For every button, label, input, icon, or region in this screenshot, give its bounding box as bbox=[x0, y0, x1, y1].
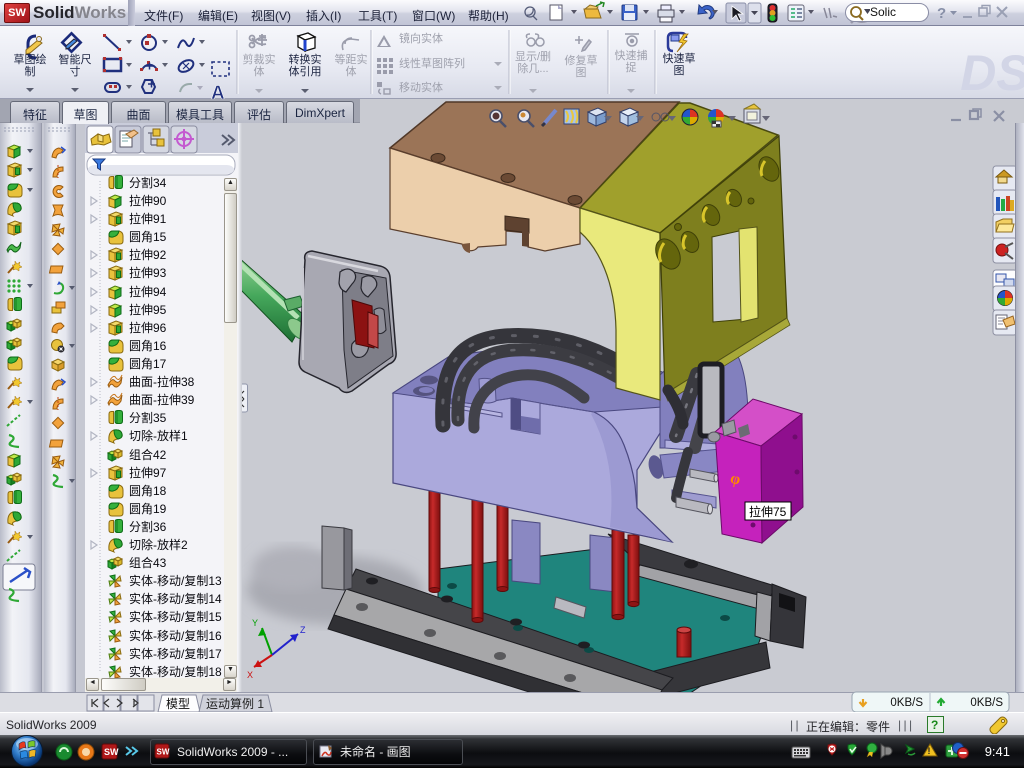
svg-text:拉伸94: 拉伸94 bbox=[129, 284, 167, 299]
svg-text:组合43: 组合43 bbox=[129, 555, 167, 570]
svg-text:0KB/S: 0KB/S bbox=[890, 697, 923, 709]
svg-text:拉伸97: 拉伸97 bbox=[129, 465, 167, 480]
svg-text:转换实: 转换实 bbox=[289, 52, 322, 66]
svg-text:拉伸92: 拉伸92 bbox=[129, 247, 167, 262]
svg-text:镜向实体: 镜向实体 bbox=[399, 31, 443, 45]
svg-text:切除-放样2: 切除-放样2 bbox=[129, 537, 188, 552]
svg-text:拉伸90: 拉伸90 bbox=[129, 193, 167, 208]
svg-text:制: 制 bbox=[25, 65, 36, 78]
svg-text:拉伸95: 拉伸95 bbox=[129, 302, 167, 317]
svg-text:寸: 寸 bbox=[70, 64, 81, 78]
svg-text:实体-移动/复制15: 实体-移动/复制15 bbox=[129, 609, 222, 624]
svg-text:圆角19: 圆角19 bbox=[129, 502, 167, 516]
svg-text:圆角16: 圆角16 bbox=[129, 339, 167, 353]
svg-text:0KB/S: 0KB/S bbox=[970, 697, 1003, 709]
svg-text:体: 体 bbox=[254, 64, 265, 78]
svg-text:圆角17: 圆角17 bbox=[129, 357, 167, 371]
svg-text:实体-移动/复制18: 实体-移动/复制18 bbox=[129, 664, 222, 679]
svg-text:图: 图 bbox=[576, 66, 587, 79]
svg-text:A: A bbox=[211, 83, 225, 99]
svg-text:除几...: 除几... bbox=[517, 61, 548, 75]
svg-text:捉: 捉 bbox=[626, 60, 637, 74]
svg-text:圆角18: 圆角18 bbox=[129, 484, 167, 498]
svg-text:模型: 模型 bbox=[166, 697, 190, 711]
svg-text:实体-移动/复制16: 实体-移动/复制16 bbox=[129, 628, 222, 643]
svg-text:剪裁实: 剪裁实 bbox=[243, 52, 276, 66]
svg-text:组合42: 组合42 bbox=[129, 447, 167, 462]
svg-text:SW: SW bbox=[157, 748, 170, 757]
svg-text:SW: SW bbox=[104, 747, 119, 757]
svg-text:实体-移动/复制13: 实体-移动/复制13 bbox=[129, 573, 222, 588]
svg-text:体引用: 体引用 bbox=[289, 64, 322, 78]
svg-text:快速捕: 快速捕 bbox=[615, 48, 648, 62]
svg-text:!: ! bbox=[928, 746, 931, 756]
svg-text:?: ? bbox=[931, 718, 938, 732]
svg-text:分割34: 分割34 bbox=[129, 175, 167, 190]
svg-text:草图绘: 草图绘 bbox=[14, 52, 47, 66]
svg-text:修复草: 修复草 bbox=[565, 53, 598, 67]
svg-text:智能尺: 智能尺 bbox=[59, 52, 92, 66]
svg-text:实体-移动/复制14: 实体-移动/复制14 bbox=[129, 591, 222, 606]
svg-text:曲面-拉伸39: 曲面-拉伸39 bbox=[129, 392, 195, 407]
svg-text:体: 体 bbox=[346, 64, 357, 78]
svg-text:?: ? bbox=[937, 5, 946, 22]
svg-text:快速草: 快速草 bbox=[663, 52, 696, 65]
svg-text:拉伸91: 拉伸91 bbox=[129, 211, 167, 226]
svg-text:等距实: 等距实 bbox=[335, 52, 368, 66]
svg-text:切除-放样1: 切除-放样1 bbox=[129, 428, 188, 443]
svg-text:图: 图 bbox=[674, 64, 685, 77]
svg-text:线性草图阵列: 线性草图阵列 bbox=[399, 56, 465, 70]
svg-text:DS: DS bbox=[960, 45, 1024, 99]
svg-text:分割35: 分割35 bbox=[129, 410, 167, 425]
svg-text:分割36: 分割36 bbox=[129, 519, 167, 534]
svg-text:运动算例 1: 运动算例 1 bbox=[206, 696, 264, 711]
svg-text:移动实体: 移动实体 bbox=[399, 80, 443, 94]
svg-text:拉伸93: 拉伸93 bbox=[129, 265, 167, 280]
svg-text:显示/删: 显示/删 bbox=[515, 50, 551, 63]
svg-text:曲面-拉伸38: 曲面-拉伸38 bbox=[129, 374, 195, 389]
svg-text:圆角15: 圆角15 bbox=[129, 230, 167, 244]
svg-text:拉伸96: 拉伸96 bbox=[129, 320, 167, 335]
svg-text:实体-移动/复制17: 实体-移动/复制17 bbox=[129, 646, 222, 661]
